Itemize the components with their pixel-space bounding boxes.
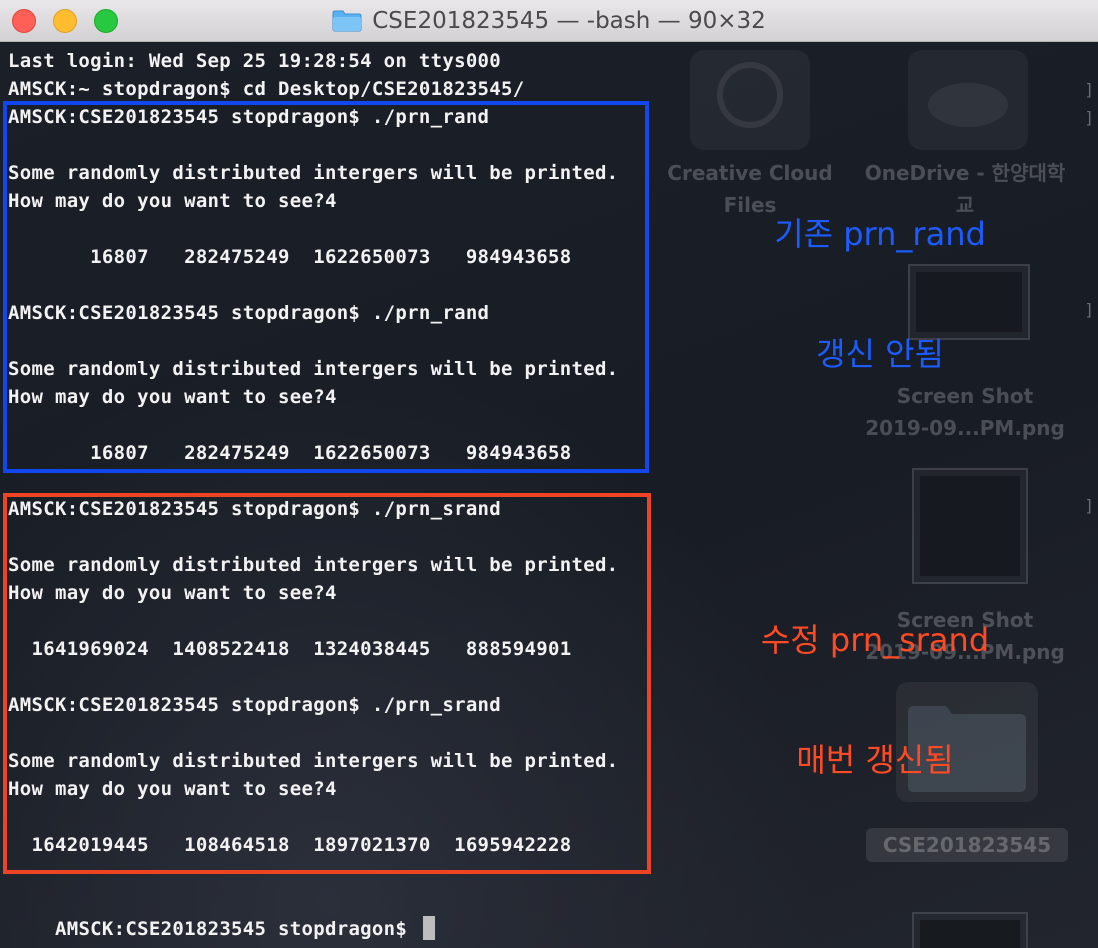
annotation-note-srand: 수정 prn_srand 매번 갱신됨 bbox=[725, 540, 1025, 860]
scroll-marker: ] bbox=[1084, 80, 1094, 99]
folder-icon bbox=[332, 10, 362, 32]
terminal-line: AMSCK:~ stopdragon$ cd Desktop/CSE201823… bbox=[8, 78, 525, 100]
annotation-note-line: 매번 갱신됨 bbox=[796, 741, 954, 779]
scroll-marker: ] bbox=[1084, 496, 1094, 515]
annotation-box-rand bbox=[3, 101, 649, 473]
terminal-prompt-line[interactable]: AMSCK:CSE201823545 stopdragon$ bbox=[8, 887, 435, 948]
window-title-wrap: CSE201823545 — -bash — 90×32 bbox=[0, 0, 1098, 42]
annotation-box-srand bbox=[3, 493, 651, 874]
annotation-note-line: 갱신 안됨 bbox=[816, 335, 944, 373]
title-bar: CSE201823545 — -bash — 90×32 bbox=[0, 0, 1098, 42]
terminal-line: Last login: Wed Sep 25 19:28:54 on ttys0… bbox=[8, 50, 502, 72]
terminal-window[interactable]: Creative Cloud Files OneDrive - 한양대학 교 S… bbox=[0, 42, 1098, 948]
terminal-prompt: AMSCK:CSE201823545 stopdragon$ bbox=[54, 918, 419, 940]
screenshot-thumbnail bbox=[912, 912, 1028, 948]
scroll-marker: ] bbox=[1084, 300, 1094, 319]
text-cursor bbox=[422, 916, 435, 940]
annotation-note-line: 기존 prn_rand bbox=[774, 215, 986, 253]
annotation-note-rand: 기존 prn_rand 갱신 안됨 bbox=[730, 134, 1030, 454]
scroll-marker: ] bbox=[1084, 108, 1094, 127]
annotation-note-line: 수정 prn_srand bbox=[760, 621, 990, 659]
window-title: CSE201823545 — -bash — 90×32 bbox=[372, 8, 766, 34]
